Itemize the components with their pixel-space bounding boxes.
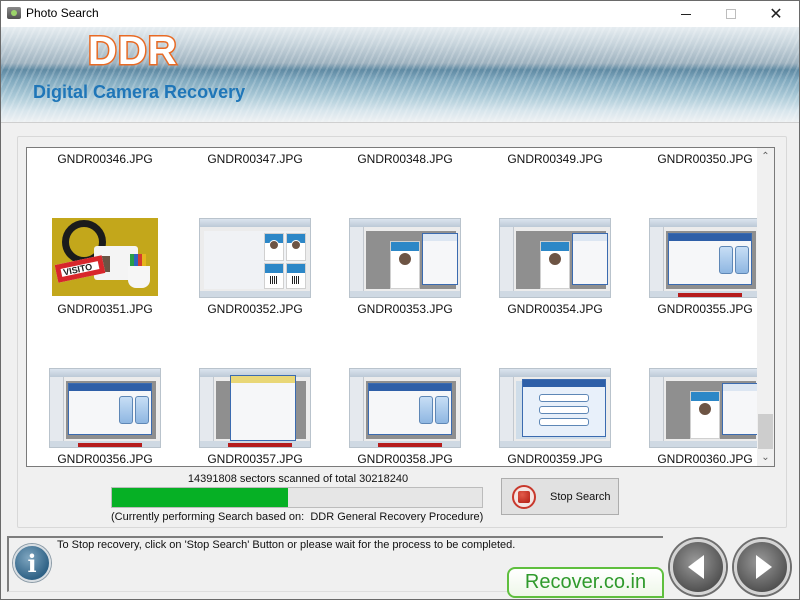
stop-icon xyxy=(512,484,536,509)
chevron-down-icon: ⌄ xyxy=(761,452,770,463)
photo-filename: GNDR00358.JPG xyxy=(357,452,453,466)
camera-app-icon xyxy=(7,7,21,19)
scan-status-text: 14391808 sectors scanned of total 302182… xyxy=(187,473,409,485)
maximize-icon xyxy=(726,9,736,19)
scrollbar-thumb[interactable] xyxy=(758,414,773,449)
photo-item[interactable]: GNDR00355.JPG xyxy=(630,148,774,316)
minimize-icon xyxy=(681,13,691,15)
close-icon: ✕ xyxy=(769,6,783,23)
gallery-scrollbar[interactable]: ⌃ ⌄ xyxy=(757,148,774,466)
scroll-up-arrow[interactable]: ⌃ xyxy=(757,148,774,165)
photo-item[interactable]: GNDR00358.JPG xyxy=(330,298,480,466)
back-button[interactable] xyxy=(670,539,726,595)
stop-search-button[interactable]: Stop Search xyxy=(501,478,619,515)
arrow-right-icon xyxy=(756,555,772,579)
photo-item[interactable]: GNDR00353.JPG xyxy=(330,148,480,316)
photo-filename: GNDR00360.JPG xyxy=(657,452,753,466)
scroll-down-arrow[interactable]: ⌄ xyxy=(757,449,774,466)
photo-item[interactable]: GNDR00360.JPG xyxy=(630,298,774,466)
photo-filename: GNDR00357.JPG xyxy=(207,452,303,466)
chevron-up-icon: ⌃ xyxy=(761,151,770,162)
window-title: Photo Search xyxy=(26,6,99,20)
photo-filename: GNDR00359.JPG xyxy=(507,452,603,466)
scan-progress-bar xyxy=(111,487,483,508)
photo-thumbnail xyxy=(499,368,611,448)
title-bar: Photo Search ✕ xyxy=(1,1,799,27)
photo-thumbnail xyxy=(199,368,311,448)
close-button[interactable]: ✕ xyxy=(753,1,799,27)
photo-filename: GNDR00356.JPG xyxy=(57,452,153,466)
photo-thumbnail xyxy=(499,218,611,298)
photo-item[interactable]: GNDR00356.JPG xyxy=(30,298,180,466)
photo-item[interactable]: GNDR00352.JPG xyxy=(180,148,330,316)
photo-item[interactable]: GNDR00357.JPG xyxy=(180,298,330,466)
product-subtitle: Digital Camera Recovery xyxy=(33,82,246,102)
website-link[interactable]: Recover.co.in xyxy=(507,567,664,598)
stop-search-label: Stop Search xyxy=(550,490,611,503)
photo-thumbnail xyxy=(199,218,311,298)
next-button[interactable] xyxy=(734,539,790,595)
photo-item[interactable]: GNDR00354.JPG xyxy=(480,148,630,316)
photo-thumbnail xyxy=(649,218,761,298)
photo-thumbnail xyxy=(49,368,161,448)
info-message-text: To Stop recovery, click on 'Stop Search'… xyxy=(57,539,516,551)
photo-thumbnail xyxy=(349,368,461,448)
brand-logo: DDR xyxy=(87,28,179,75)
info-icon: i xyxy=(13,544,51,582)
photo-thumbnail: VISITO xyxy=(52,218,158,296)
photo-search-window: Photo Search ✕ DDR Digital Camera Recove… xyxy=(0,0,800,600)
maximize-button[interactable] xyxy=(708,1,754,27)
photo-item[interactable]: GNDR00359.JPG xyxy=(480,298,630,466)
photo-item[interactable]: VISITO GNDR00351.JPG xyxy=(30,148,180,316)
minimize-button[interactable] xyxy=(663,1,709,27)
photo-thumbnail xyxy=(349,218,461,298)
header-banner: DDR Digital Camera Recovery xyxy=(1,27,799,123)
scan-progress-fill xyxy=(112,488,289,507)
photo-thumbnail xyxy=(649,368,761,448)
search-procedure-note: (Currently performing Search based on: D… xyxy=(111,511,484,523)
recovered-photos-gallery[interactable]: GNDR00346.JPG GNDR00347.JPG GNDR00348.JPG G… xyxy=(26,147,775,467)
arrow-left-icon xyxy=(688,555,704,579)
